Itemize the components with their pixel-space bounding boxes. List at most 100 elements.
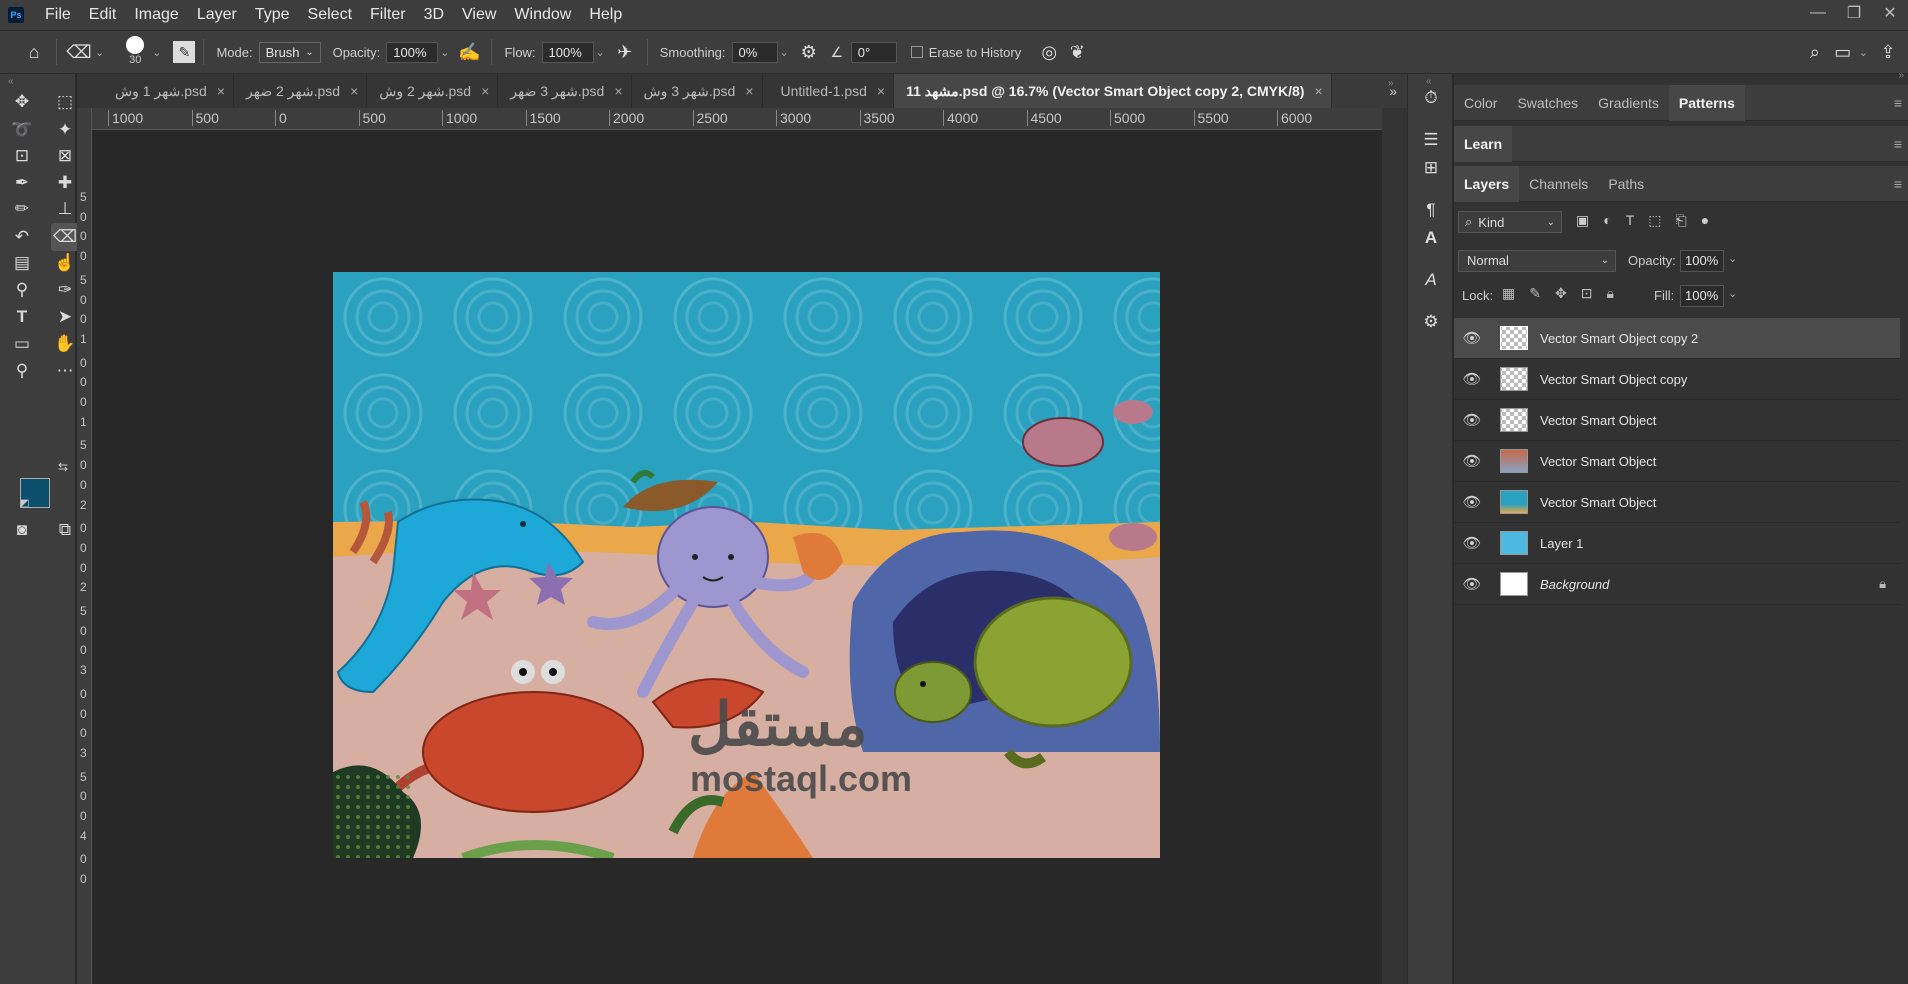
blend-mode-select[interactable]: Normal ⌄ (1458, 250, 1616, 272)
layer-row[interactable]: 👁︎ Vector Smart Object copy (1454, 359, 1900, 400)
history-brush-icon[interactable]: ↶ (8, 223, 36, 251)
menu-layer[interactable]: Layer (188, 0, 246, 30)
close-icon[interactable]: × (1314, 83, 1322, 99)
lasso-tool-icon[interactable]: ➰ (8, 116, 36, 144)
magic-wand-icon[interactable]: ✦ (51, 116, 79, 144)
move-tool-icon[interactable]: ✥ (8, 88, 36, 116)
panel-menu-icon[interactable]: ≡ (1894, 136, 1902, 152)
home-icon[interactable]: ⌂ (20, 38, 48, 66)
character-icon[interactable]: A (1417, 224, 1445, 252)
properties-icon[interactable]: ⚙ (1417, 308, 1445, 336)
healing-brush-icon[interactable]: ✚ (51, 169, 79, 197)
chevron-down-icon[interactable]: ⌄ (1859, 46, 1868, 59)
eye-icon[interactable]: 👁︎ (1454, 411, 1490, 429)
menu-view[interactable]: View (453, 0, 505, 30)
close-icon[interactable]: × (350, 83, 358, 99)
quick-mask-icon[interactable]: ◙ (8, 516, 36, 544)
brush-preset-picker[interactable]: 30 (120, 34, 150, 70)
chevron-down-icon[interactable]: ⌄ (440, 46, 449, 59)
search-icon[interactable]: ⌕ (1801, 38, 1829, 66)
mode-select[interactable]: Brush ⌄ (258, 41, 321, 63)
tab-document-5[interactable]: شهر 3 وش.psd × (631, 74, 763, 108)
panel-menu-icon[interactable]: ≡ (1894, 95, 1902, 111)
frame-tool-icon[interactable]: ⊠ (51, 142, 79, 170)
swap-colors-icon[interactable]: ⇆ (58, 460, 68, 474)
airbrush-icon[interactable]: ✈ (611, 38, 639, 66)
close-icon[interactable]: × (745, 83, 753, 99)
eraser-tool-icon[interactable]: ⌫ (65, 38, 93, 66)
chevron-down-icon[interactable]: ⌄ (152, 46, 161, 59)
angle-input[interactable]: 0° (850, 41, 897, 63)
lock-pixels-icon[interactable]: ✎ (1529, 285, 1541, 302)
tab-swatches[interactable]: Swatches (1507, 85, 1588, 121)
chevron-down-icon[interactable]: ⌄ (95, 46, 104, 59)
fill-input[interactable]: 100% (1680, 285, 1724, 307)
eye-icon[interactable]: 👁︎ (1454, 452, 1490, 470)
shape-filter-icon[interactable]: ⬚ (1648, 212, 1661, 229)
smart-object-filter-icon[interactable]: ⎗ (1676, 212, 1687, 229)
menu-edit[interactable]: Edit (80, 0, 126, 30)
opacity-input[interactable]: 100% (386, 41, 439, 63)
menu-window[interactable]: Window (505, 0, 580, 30)
tab-document-4[interactable]: شهر 3 ضهر.psd × (498, 74, 632, 108)
expand-icon[interactable]: » (1388, 78, 1394, 89)
pen-tool-icon[interactable]: ✑ (51, 276, 79, 304)
brush-tool-icon[interactable]: ✏ (8, 195, 36, 223)
pressure-opacity-icon[interactable]: ✍ (455, 38, 483, 66)
layer-filter-select[interactable]: ⌕ Kind ⌄ (1458, 211, 1562, 233)
flow-input[interactable]: 100% (541, 41, 594, 63)
smudge-tool-icon[interactable]: ☝ (51, 249, 79, 277)
adjustments-icon[interactable]: ⊞ (1417, 154, 1445, 182)
minimize-icon[interactable]: — (1800, 0, 1836, 26)
chevron-down-icon[interactable]: ⌄ (1728, 287, 1737, 300)
image-filter-icon[interactable]: ▣ (1576, 212, 1589, 229)
tab-learn[interactable]: Learn (1454, 125, 1513, 162)
erase-history-checkbox[interactable] (910, 46, 923, 58)
tab-paths[interactable]: Paths (1598, 166, 1654, 202)
pressure-size-icon[interactable]: ◎ (1035, 38, 1063, 66)
path-selection-icon[interactable]: ➤ (51, 303, 79, 331)
lock-position-icon[interactable]: ✥ (1555, 285, 1567, 302)
hand-tool-icon[interactable]: ✋ (51, 330, 79, 358)
tab-document-1[interactable]: شهر 1 وش.psd × (77, 74, 235, 108)
eraser-tool-icon[interactable]: ⌫ (51, 223, 79, 251)
menu-select[interactable]: Select (299, 0, 361, 30)
chevron-down-icon[interactable]: ⌄ (1728, 252, 1737, 265)
filter-toggle-icon[interactable]: ● (1701, 212, 1709, 229)
type-tool-icon[interactable]: T (8, 303, 36, 331)
more-tools-icon[interactable]: ⋯ (51, 357, 79, 385)
gradient-tool-icon[interactable]: ▤ (8, 249, 36, 277)
lock-artboard-icon[interactable]: ⊡ (1581, 285, 1593, 302)
glyphs-icon[interactable]: A (1417, 266, 1445, 294)
layer-row[interactable]: 👁︎ Vector Smart Object (1454, 482, 1900, 523)
lock-transparency-icon[interactable]: ▦ (1502, 285, 1515, 302)
layer-row[interactable]: 👁︎ Layer 1 (1454, 523, 1900, 564)
history-icon[interactable]: ⏱ (1417, 84, 1445, 112)
symmetry-icon[interactable]: ❦ (1063, 38, 1091, 66)
dodge-tool-icon[interactable]: ⚲ (8, 276, 36, 304)
tab-layers[interactable]: Layers (1454, 165, 1520, 202)
tab-document-6[interactable]: Untitled-1.psd × (762, 74, 895, 108)
type-filter-icon[interactable]: T (1626, 212, 1635, 229)
eye-icon[interactable]: 👁︎ (1454, 575, 1490, 593)
rectangle-tool-icon[interactable]: ▭ (8, 330, 36, 358)
menu-file[interactable]: File (36, 0, 80, 30)
tab-document-3[interactable]: شهر 2 وش.psd × (367, 74, 499, 108)
eye-icon[interactable]: 👁︎ (1454, 329, 1490, 347)
menu-type[interactable]: Type (246, 0, 299, 30)
workspace-icon[interactable]: ▭ (1829, 38, 1857, 66)
stamp-tool-icon[interactable]: ⊥ (51, 195, 79, 223)
chevron-down-icon[interactable]: ⌄ (596, 46, 605, 59)
expand-icon[interactable]: » (1898, 70, 1904, 81)
panel-menu-icon[interactable]: ≡ (1894, 176, 1902, 192)
close-icon[interactable]: × (877, 83, 885, 99)
eye-icon[interactable]: 👁︎ (1454, 370, 1490, 388)
close-icon[interactable]: × (481, 83, 489, 99)
brush-settings-icon[interactable]: ☰ (1417, 126, 1445, 154)
collapse-icon[interactable]: « (8, 76, 14, 87)
default-colors-icon[interactable]: ◩ (20, 498, 29, 509)
layer-row[interactable]: 👁︎ Vector Smart Object (1454, 441, 1900, 482)
layer-opacity-input[interactable]: 100% (1680, 250, 1724, 272)
tab-channels[interactable]: Channels (1519, 166, 1598, 202)
paragraph-icon[interactable]: ¶ (1417, 196, 1445, 224)
